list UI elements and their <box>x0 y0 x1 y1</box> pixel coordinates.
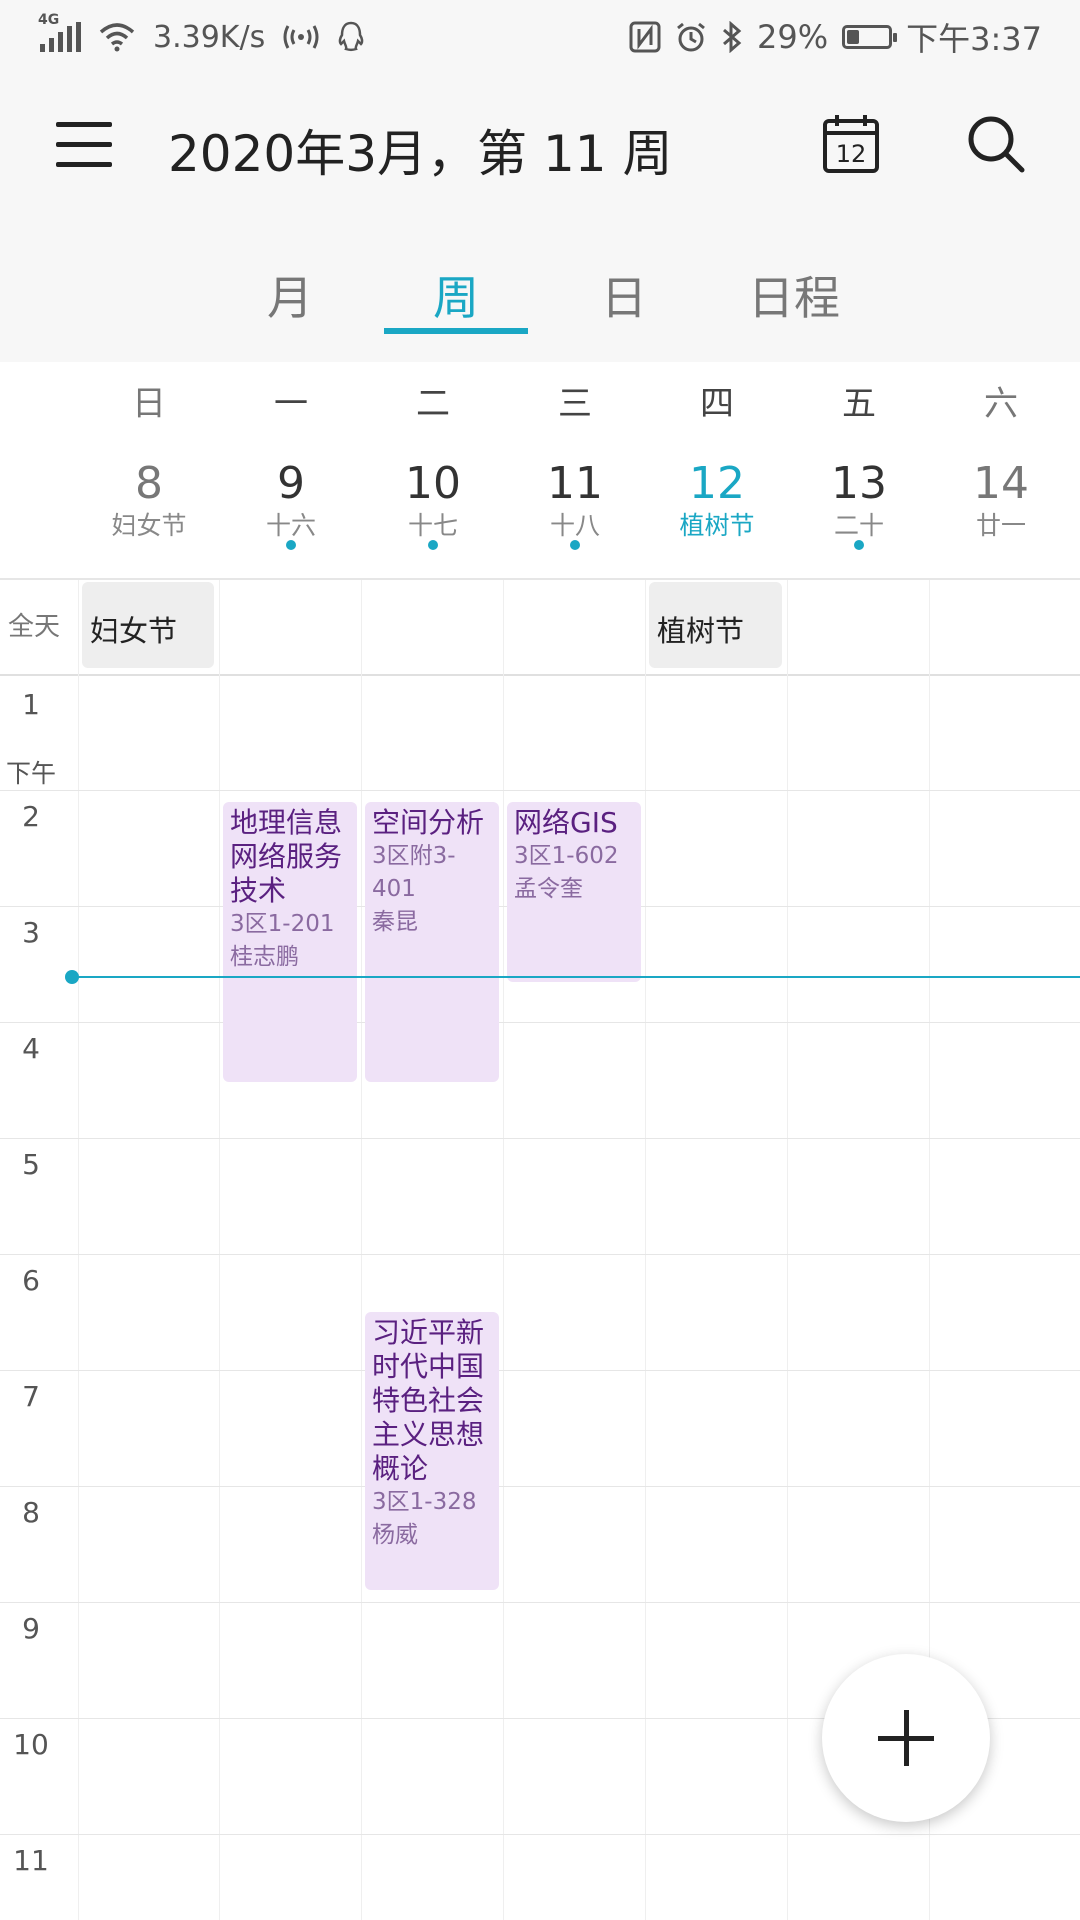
all-day-event[interactable]: 植树节 <box>649 582 782 668</box>
event-dot <box>854 540 864 550</box>
event-title: 习近平新时代中国特色社会主义思想概论 <box>372 1316 485 1485</box>
event-teacher: 杨威 <box>372 1522 418 1548</box>
signal-icon: 4G <box>38 12 81 52</box>
tab-week[interactable]: 周 <box>384 262 528 328</box>
day-of-week: 五 <box>842 384 876 424</box>
all-day-label: 全天 <box>8 612 61 642</box>
hour-label: 7 <box>22 1380 40 1413</box>
day-column-divider <box>787 580 788 1920</box>
day-number: 10 <box>405 458 461 509</box>
day-number: 13 <box>831 458 887 509</box>
event-card[interactable]: 网络GIS 3区1-602 孟令奎 <box>507 802 641 982</box>
hour-line <box>0 1022 1080 1023</box>
lunar-date: 十七 <box>407 511 458 540</box>
network-speed: 3.39K/s <box>153 19 266 55</box>
today-icon-day: 12 <box>836 140 867 168</box>
hour-line <box>0 1370 1080 1371</box>
lunar-date: 十六 <box>265 511 316 540</box>
day-of-week: 四 <box>700 384 734 424</box>
current-time-dot <box>65 970 79 984</box>
day-of-week: 二 <box>416 384 450 424</box>
lunar-date: 妇女节 <box>111 511 187 540</box>
event-location: 3区1-602 <box>514 843 619 869</box>
alarm-icon <box>677 22 705 52</box>
day-column-divider <box>645 580 646 1920</box>
event-location: 3区1-328 <box>372 1489 477 1515</box>
event-teacher: 孟令奎 <box>514 876 583 902</box>
event-title: 地理信息网络服务技术 <box>230 806 343 907</box>
day-of-week: 六 <box>984 384 1018 424</box>
hour-label: 10 <box>13 1728 49 1761</box>
day-of-week: 三 <box>558 384 592 424</box>
hour-label: 2 <box>22 800 40 833</box>
current-time-line <box>72 976 1080 978</box>
event-location: 3区附3-401 <box>372 843 456 902</box>
hour-line <box>0 790 1080 791</box>
event-dot <box>428 540 438 550</box>
lunar-date: 二十 <box>833 511 884 540</box>
event-teacher: 桂志鹏 <box>230 944 299 970</box>
clock: 下午3:37 <box>906 20 1042 58</box>
nfc-icon <box>629 21 661 53</box>
event-title: 网络GIS <box>514 806 618 839</box>
hour-label: 1 <box>22 688 40 721</box>
hour-label: 4 <box>22 1032 40 1065</box>
hour-line <box>0 1602 1080 1603</box>
wifi-icon <box>99 23 135 52</box>
event-card[interactable]: 习近平新时代中国特色社会主义思想概论 3区1-328 杨威 <box>365 1312 499 1590</box>
tab-agenda[interactable]: 日程 <box>722 262 866 328</box>
day-number: 14 <box>973 458 1029 509</box>
hour-line <box>0 1138 1080 1139</box>
calendar-today-icon[interactable]: 12 <box>822 112 880 174</box>
event-card[interactable]: 空间分析 3区附3-401 秦昆 <box>365 802 499 1082</box>
status-bar: 4G 3.39K/s 29% 下午3:37 <box>0 0 1080 74</box>
tab-indicator <box>384 328 528 334</box>
page-title: 2020年3月，第 11 周 <box>168 125 673 183</box>
hour-line <box>0 1254 1080 1255</box>
event-dot <box>570 540 580 550</box>
event-location: 3区1-201 <box>230 911 335 937</box>
day-of-week: 日 <box>132 384 166 424</box>
event-teacher: 秦昆 <box>372 909 418 935</box>
all-day-event[interactable]: 妇女节 <box>82 582 214 668</box>
hour-label: 11 <box>13 1844 49 1877</box>
day-number: 9 <box>277 458 305 509</box>
tab-month[interactable]: 月 <box>218 262 362 328</box>
event-dot <box>286 540 296 550</box>
hour-label: 9 <box>22 1612 40 1645</box>
day-of-week: 一 <box>274 384 308 424</box>
day-column-divider <box>78 580 79 1920</box>
bluetooth-icon <box>723 21 742 53</box>
view-tabs: 月 周 日 日程 <box>0 222 1080 362</box>
day-column-divider <box>503 580 504 1920</box>
hour-label: 6 <box>22 1264 40 1297</box>
week-header: 日 8 妇女节 一 9 十六 二 10 十七 三 11 十八 四 12 植树节 … <box>0 362 1080 580</box>
day-column-divider <box>219 580 220 1920</box>
event-card[interactable]: 地理信息网络服务技术 3区1-201 桂志鹏 <box>223 802 357 1082</box>
day-column-divider <box>361 580 362 1920</box>
network-type-label: 4G <box>38 12 60 28</box>
battery-percent: 29% <box>757 18 829 56</box>
pm-label: 下午 <box>6 759 57 788</box>
event-title: 空间分析 <box>372 806 485 839</box>
hour-label: 8 <box>22 1496 40 1529</box>
lunar-date: 植树节 <box>679 511 755 540</box>
qq-icon <box>338 21 364 51</box>
all-day-row: 全天 妇女节 植树节 <box>0 580 1080 674</box>
hour-label: 5 <box>22 1148 40 1181</box>
search-icon[interactable] <box>966 114 1026 174</box>
menu-icon[interactable] <box>56 122 112 170</box>
lunar-date: 廿一 <box>975 511 1026 540</box>
hour-line <box>0 1486 1080 1487</box>
add-event-button[interactable] <box>822 1654 990 1822</box>
lunar-date: 十八 <box>549 511 600 540</box>
day-number: 12 <box>689 458 745 509</box>
day-number: 8 <box>135 458 163 509</box>
hotspot-icon <box>283 25 319 49</box>
battery-icon <box>842 25 898 49</box>
hour-label: 3 <box>22 916 40 949</box>
day-number: 11 <box>547 458 603 509</box>
tab-day[interactable]: 日 <box>552 262 696 328</box>
hour-line <box>0 1834 1080 1835</box>
